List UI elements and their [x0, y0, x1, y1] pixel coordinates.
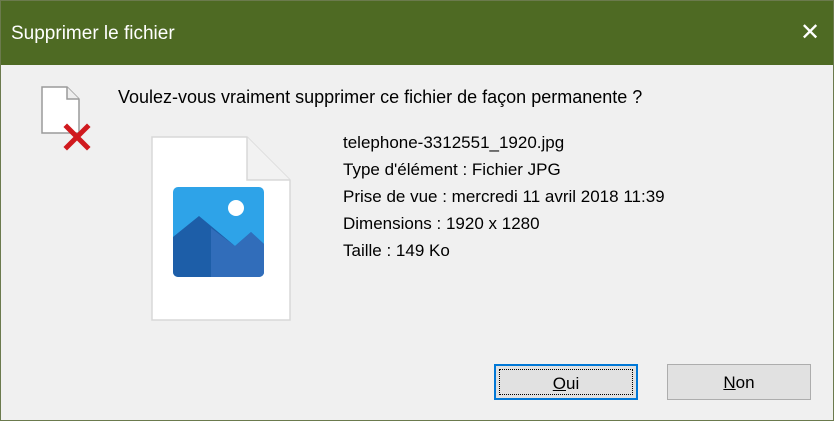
no-button[interactable]: Non: [667, 364, 811, 400]
window-title: Supprimer le fichier: [11, 23, 175, 44]
no-label-rest: on: [735, 373, 755, 392]
close-icon: ✕: [799, 19, 821, 46]
file-details: telephone-3312551_1920.jpg Type d'élémen…: [343, 129, 665, 264]
file-delete-icon: [39, 85, 99, 151]
confirmation-question: Voulez-vous vraiment supprimer ce fichie…: [118, 87, 643, 107]
file-size: Taille : 149 Ko: [343, 241, 450, 260]
yes-button[interactable]: Oui: [494, 364, 638, 400]
file-type: Type d'élément : Fichier JPG: [343, 160, 561, 179]
title-bar[interactable]: Supprimer le fichier ✕: [1, 1, 833, 65]
image-file-icon: [151, 136, 291, 321]
file-name: telephone-3312551_1920.jpg: [343, 133, 565, 152]
focus-rectangle: [499, 369, 633, 395]
file-dimensions: Dimensions : 1920 x 1280: [343, 214, 540, 233]
delete-file-dialog: Supprimer le fichier ✕ Voulez-vous vraim…: [0, 0, 834, 421]
no-accelerator: N: [723, 373, 736, 392]
close-button[interactable]: ✕: [787, 1, 833, 65]
file-date-taken: Prise de vue : mercredi 11 avril 2018 11…: [343, 187, 665, 206]
